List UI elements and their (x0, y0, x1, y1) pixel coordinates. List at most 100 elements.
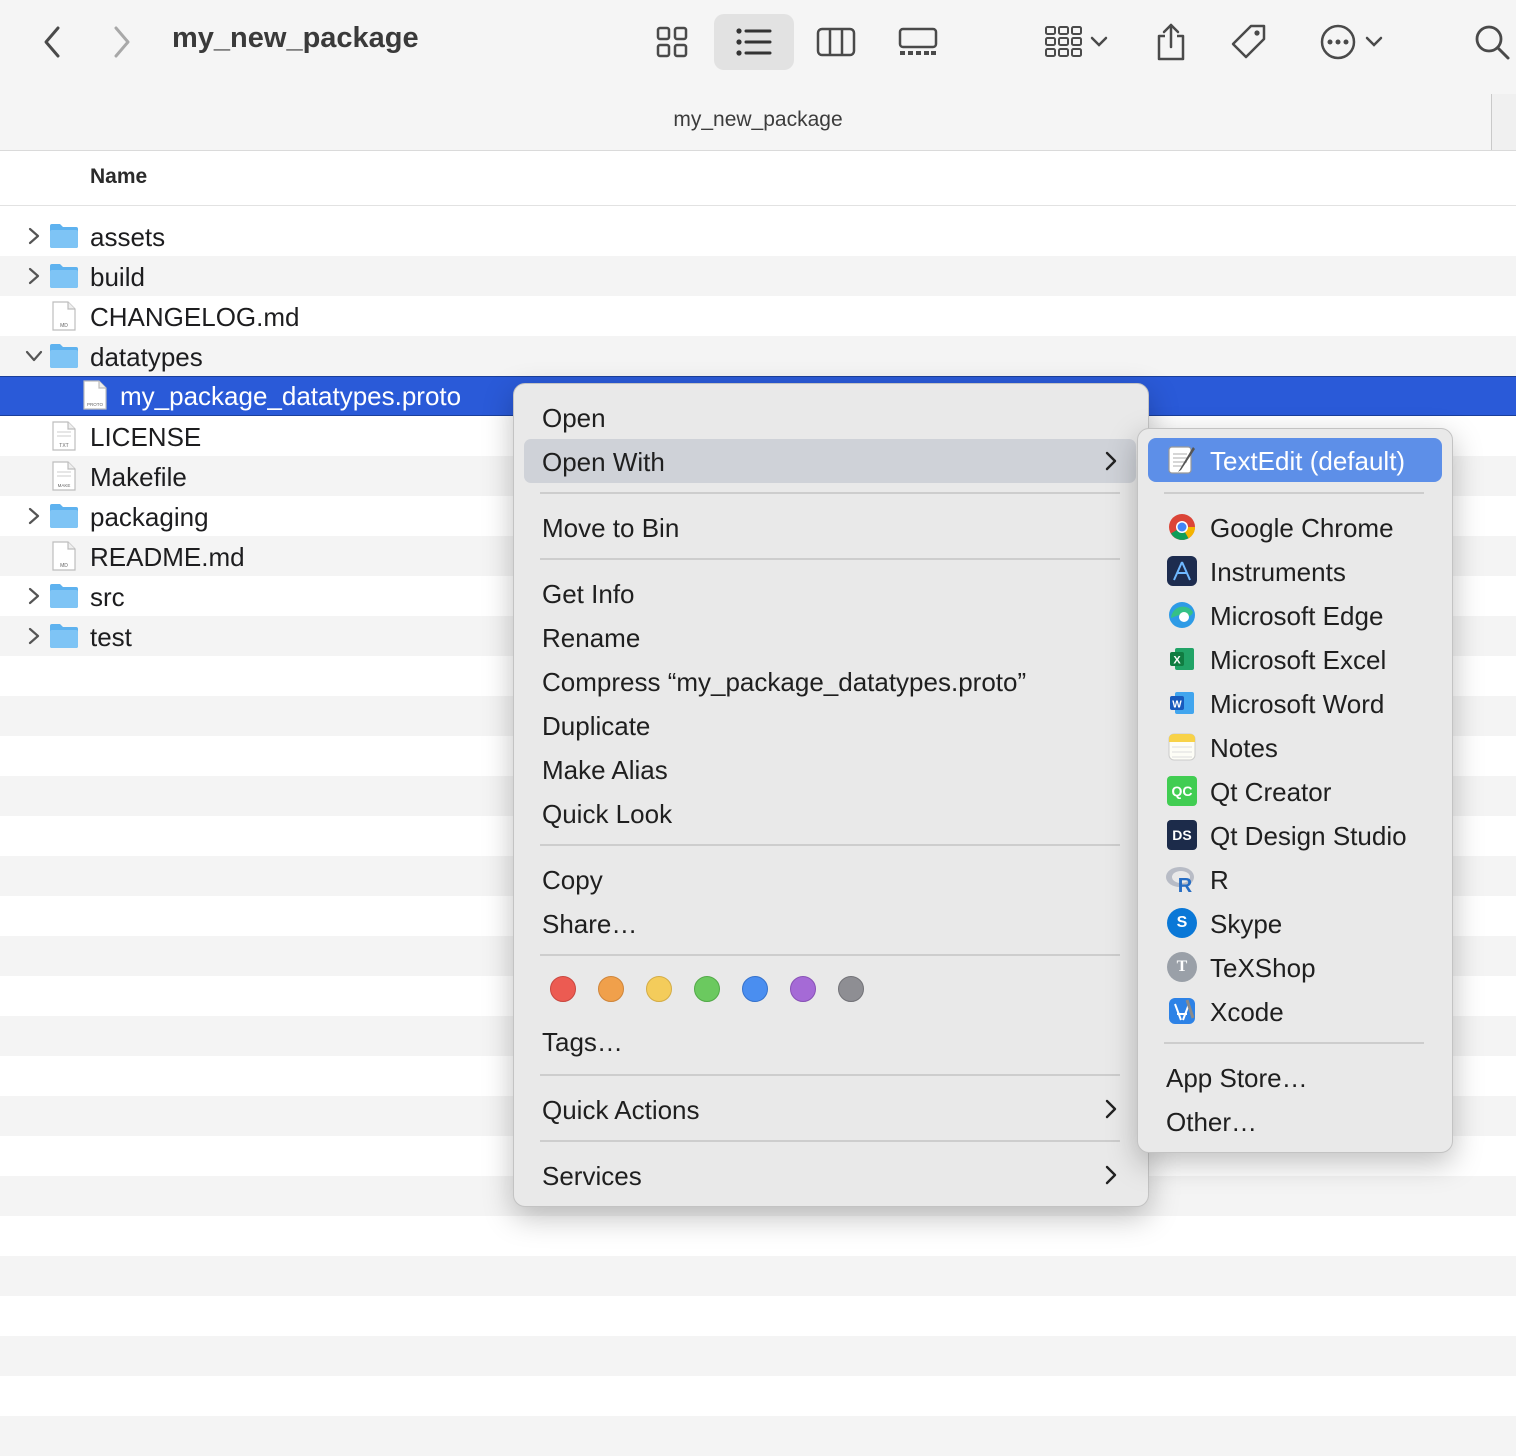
app-xcode[interactable]: Xcode (1210, 997, 1284, 1028)
menu-item-move-to-bin[interactable]: Move to Bin (542, 513, 679, 544)
file-name: my_package_datatypes.proto (120, 381, 462, 411)
chevron-down-icon (1365, 36, 1383, 47)
back-button[interactable] (34, 22, 70, 62)
app-microsoft-excel[interactable]: Microsoft Excel (1210, 645, 1386, 676)
menu-item-tags[interactable]: Tags… (542, 1027, 623, 1058)
menu-item-share[interactable]: Share… (542, 909, 637, 940)
chevron-right-icon (1105, 1099, 1117, 1119)
file-name: src (90, 582, 125, 612)
icon-view-icon (656, 26, 688, 58)
menu-item-open[interactable]: Open (542, 403, 606, 434)
app-microsoft-edge[interactable]: Microsoft Edge (1210, 601, 1383, 632)
file-name: README.md (90, 542, 245, 572)
qt-design-studio-icon: DS (1167, 820, 1197, 850)
search-icon (1475, 25, 1510, 60)
chevron-right-icon (1105, 1165, 1117, 1185)
menu-item-compress[interactable]: Compress “my_package_datatypes.proto” (542, 667, 1026, 698)
tag-green[interactable] (694, 976, 720, 1002)
document-icon: PROTO (83, 380, 107, 410)
search-button[interactable] (1470, 20, 1514, 64)
svg-text:MAKE: MAKE (58, 483, 71, 488)
menu-item-copy[interactable]: Copy (542, 865, 603, 896)
back-icon (44, 26, 60, 58)
document-icon: MAKE (52, 461, 76, 491)
column-name-header[interactable]: Name (90, 165, 147, 189)
chrome-icon (1169, 514, 1196, 540)
empty-row (0, 1296, 1516, 1336)
document-icon: MD (52, 541, 76, 571)
icon-view-button[interactable] (640, 14, 704, 70)
chevron-right-icon[interactable] (24, 506, 44, 526)
texshop-icon: T (1167, 952, 1197, 982)
menu-item-quick-look[interactable]: Quick Look (542, 799, 672, 830)
empty-row (0, 1336, 1516, 1376)
app-textedit-default[interactable]: TextEdit (default) (1210, 446, 1405, 477)
menu-item-get-info[interactable]: Get Info (542, 579, 635, 610)
r-icon: R (1166, 867, 1194, 894)
folder-icon (50, 264, 78, 288)
list-item[interactable]: build (0, 256, 1516, 296)
list-item[interactable]: MD CHANGELOG.md (0, 296, 1516, 336)
app-qt-design-studio[interactable]: Qt Design Studio (1210, 821, 1407, 852)
tag-red[interactable] (550, 976, 576, 1002)
file-name: CHANGELOG.md (90, 302, 300, 332)
menu-separator (540, 558, 1120, 560)
menu-item-quick-actions[interactable]: Quick Actions (542, 1095, 700, 1126)
app-microsoft-word[interactable]: Microsoft Word (1210, 689, 1384, 720)
menu-item-duplicate[interactable]: Duplicate (542, 711, 650, 742)
list-view-icon (736, 28, 772, 56)
chevron-right-icon[interactable] (24, 626, 44, 646)
list-view-button[interactable] (714, 14, 794, 70)
folder-icon (50, 584, 78, 608)
window-title: my_new_package (172, 22, 419, 54)
menu-separator (1164, 1042, 1424, 1044)
share-button[interactable] (1146, 14, 1196, 70)
app-google-chrome[interactable]: Google Chrome (1210, 513, 1394, 544)
column-header[interactable]: Name (0, 151, 1516, 206)
gallery-view-button[interactable] (884, 14, 952, 70)
forward-button[interactable] (104, 22, 140, 62)
tag-button[interactable] (1222, 14, 1276, 70)
app-notes[interactable]: Notes (1210, 733, 1278, 764)
file-name: datatypes (90, 342, 203, 372)
column-view-button[interactable] (804, 14, 868, 70)
svg-text:MD: MD (60, 323, 68, 329)
app-r[interactable]: R (1210, 865, 1229, 896)
menu-item-services[interactable]: Services (542, 1161, 642, 1192)
file-name: build (90, 262, 145, 292)
menu-item-rename[interactable]: Rename (542, 623, 640, 654)
file-name: Makefile (90, 462, 187, 492)
folder-icon (50, 624, 78, 648)
app-texshop[interactable]: TeXShop (1210, 953, 1316, 984)
tag-purple[interactable] (790, 976, 816, 1002)
chevron-right-icon[interactable] (24, 586, 44, 606)
word-icon: W (1170, 692, 1194, 714)
menu-item-make-alias[interactable]: Make Alias (542, 755, 668, 786)
document-icon: MD (52, 301, 76, 331)
empty-row (0, 1216, 1516, 1256)
list-item[interactable]: datatypes (0, 336, 1516, 376)
menu-separator (540, 1074, 1120, 1076)
chevron-right-icon[interactable] (24, 266, 44, 286)
forward-icon (114, 26, 130, 58)
app-store-item[interactable]: App Store… (1166, 1063, 1308, 1094)
group-button[interactable] (1034, 14, 1118, 70)
tag-yellow[interactable] (646, 976, 672, 1002)
tag-grey[interactable] (838, 976, 864, 1002)
menu-item-open-with[interactable]: Open With (542, 447, 665, 478)
other-app-item[interactable]: Other… (1166, 1107, 1257, 1138)
excel-icon: X (1170, 648, 1194, 670)
document-icon: TXT (52, 421, 76, 451)
app-qt-creator[interactable]: Qt Creator (1210, 777, 1331, 808)
chevron-right-icon[interactable] (24, 226, 44, 246)
tag-blue[interactable] (742, 976, 768, 1002)
app-instruments[interactable]: Instruments (1210, 557, 1346, 588)
tag-orange[interactable] (598, 976, 624, 1002)
app-skype[interactable]: Skype (1210, 909, 1282, 940)
share-icon (1157, 23, 1185, 61)
more-button[interactable] (1306, 14, 1396, 70)
file-name: assets (90, 222, 166, 252)
list-item[interactable]: assets (0, 216, 1516, 256)
chevron-down-icon[interactable] (24, 346, 44, 366)
empty-row (0, 1416, 1516, 1456)
